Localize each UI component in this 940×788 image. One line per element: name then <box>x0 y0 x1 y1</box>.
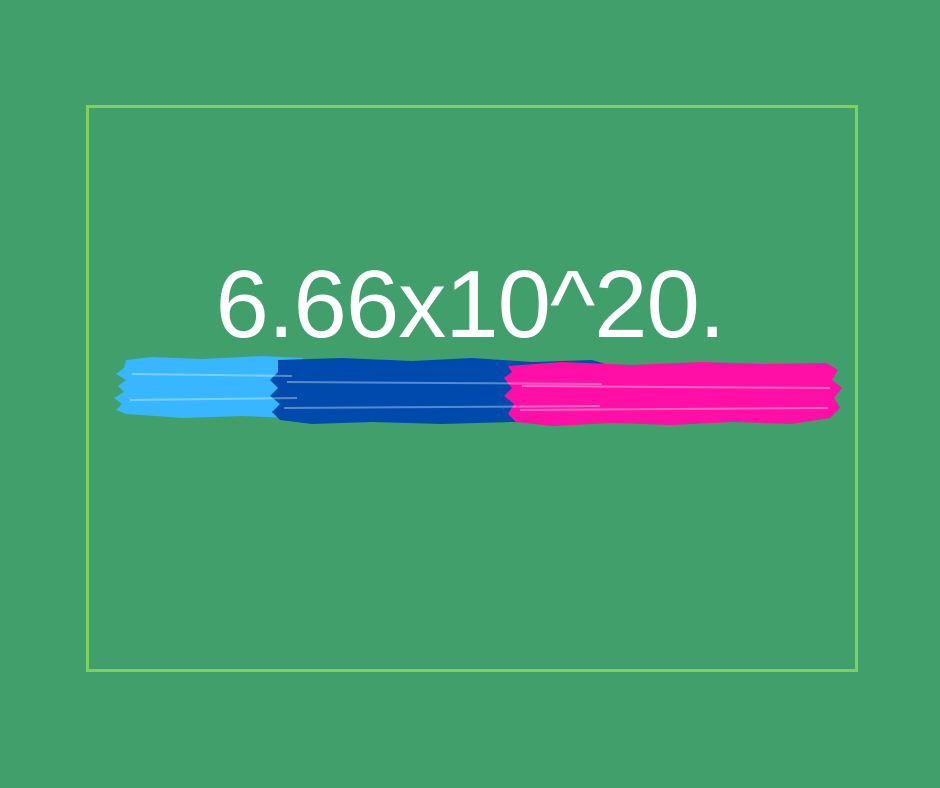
graphic-canvas: 6.66x10^20. <box>0 0 940 788</box>
pink-stroke <box>504 362 842 426</box>
headline-text: 6.66x10^20. <box>215 251 725 358</box>
paint-strokes <box>114 356 842 426</box>
